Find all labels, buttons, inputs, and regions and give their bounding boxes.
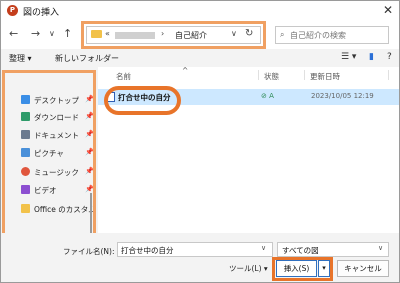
title-bar: P 図の挿入 ✕	[1, 1, 399, 21]
sort-ascending-icon: ^	[182, 66, 189, 75]
organize-menu-button[interactable]: 整理 ▾	[9, 53, 32, 64]
filename-combobox[interactable]: ∨	[117, 242, 273, 257]
address-highlight-frame	[81, 21, 266, 49]
forward-arrow-icon[interactable]: →	[31, 27, 40, 40]
column-divider	[388, 70, 389, 80]
file-type-select[interactable]: すべての図 ∨	[277, 242, 389, 257]
new-folder-button[interactable]: 新しいフォルダー	[55, 53, 119, 64]
recent-locations-chevron-icon[interactable]: ∨	[49, 29, 55, 38]
column-divider	[258, 70, 259, 80]
command-toolbar: 整理 ▾ 新しいフォルダー ☰ ▾ ▮ ?	[1, 49, 399, 67]
help-icon[interactable]: ?	[387, 52, 392, 62]
search-icon: ⌕	[280, 30, 285, 39]
close-button[interactable]: ✕	[383, 3, 393, 17]
chevron-down-icon[interactable]: ∨	[378, 244, 383, 252]
view-options-icon[interactable]: ☰ ▾	[341, 52, 356, 62]
file-type-value: すべての図	[282, 246, 319, 255]
up-arrow-icon[interactable]: ↑	[63, 27, 72, 40]
search-box[interactable]: ⌕	[275, 26, 389, 44]
window-title: 図の挿入	[23, 8, 60, 18]
column-divider	[304, 70, 305, 80]
filename-input[interactable]	[121, 245, 256, 255]
filename-label: ファイル名(N):	[63, 247, 115, 256]
column-header-status[interactable]: 状態	[264, 71, 279, 82]
file-date: 2023/10/05 12:19	[311, 92, 374, 100]
column-header-name[interactable]: 名前	[116, 71, 131, 82]
column-header-date[interactable]: 更新日時	[310, 71, 340, 82]
search-input[interactable]	[290, 29, 386, 41]
sync-status-icon: ⊘ 𝖠	[261, 92, 274, 100]
preview-pane-icon[interactable]: ▮	[369, 52, 374, 62]
sidebar-highlight-frame	[2, 70, 96, 238]
chevron-down-icon[interactable]: ∨	[261, 244, 266, 252]
back-arrow-icon[interactable]: ←	[9, 27, 18, 40]
file-highlight-ellipse	[104, 86, 181, 115]
powerpoint-app-icon: P	[7, 5, 18, 16]
cancel-button[interactable]: キャンセル	[337, 260, 389, 277]
insert-highlight-frame	[272, 257, 333, 281]
tools-menu-button[interactable]: ツール(L) ▾	[229, 263, 268, 274]
insert-picture-dialog: P 図の挿入 ✕ ← → ∨ ↑ « › 自己紹介 ∨ ↻ ⌕ 整理 ▾ 新しい…	[0, 0, 400, 283]
